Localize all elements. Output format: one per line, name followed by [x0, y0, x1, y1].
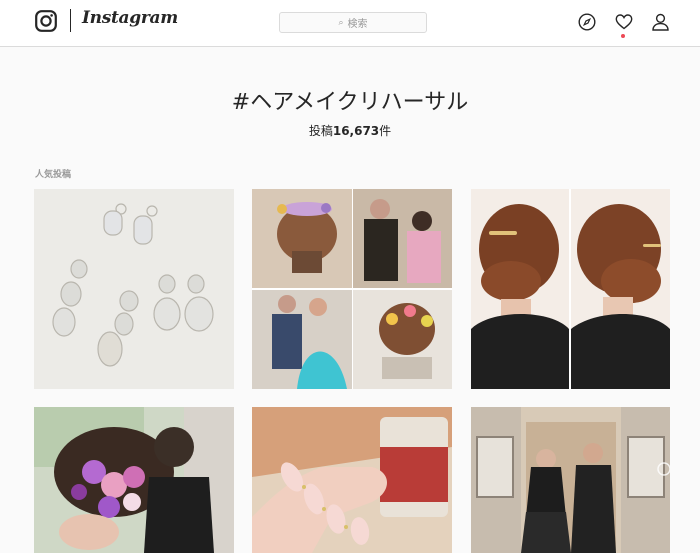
- post-thumbnail-updo-back[interactable]: [471, 189, 670, 389]
- search-placeholder: 検索: [347, 19, 368, 30]
- post-count: 投稿16,673件: [0, 122, 700, 139]
- post-count-suffix: 件: [379, 124, 392, 138]
- post-count-number: 16,673: [332, 124, 380, 138]
- search-icon: ⌕: [338, 17, 344, 28]
- post-thumbnail-hair-collage[interactable]: [252, 189, 452, 389]
- user-icon[interactable]: [652, 13, 669, 31]
- heart-icon[interactable]: [615, 13, 633, 31]
- compass-icon[interactable]: [578, 13, 596, 31]
- top-posts-label: 人気投稿: [35, 170, 72, 180]
- notification-dot: [621, 34, 625, 38]
- post-thumbnail-flower-hair[interactable]: [34, 407, 234, 553]
- instagram-wordmark[interactable]: Instagram: [82, 8, 178, 28]
- hashtag-title: #ヘアメイクリハーサル: [231, 90, 469, 115]
- logo-divider: [70, 9, 71, 32]
- post-count-prefix: 投稿: [308, 124, 333, 138]
- post-thumbnail-couple[interactable]: [471, 407, 670, 553]
- top-navigation-bar: Instagram ⌕ 検索: [0, 0, 700, 47]
- post-thumbnail-nails[interactable]: [252, 407, 452, 553]
- search-input[interactable]: ⌕ 検索: [279, 12, 427, 33]
- post-thumbnail-earrings[interactable]: [34, 189, 234, 389]
- camera-logo-icon[interactable]: [35, 10, 57, 32]
